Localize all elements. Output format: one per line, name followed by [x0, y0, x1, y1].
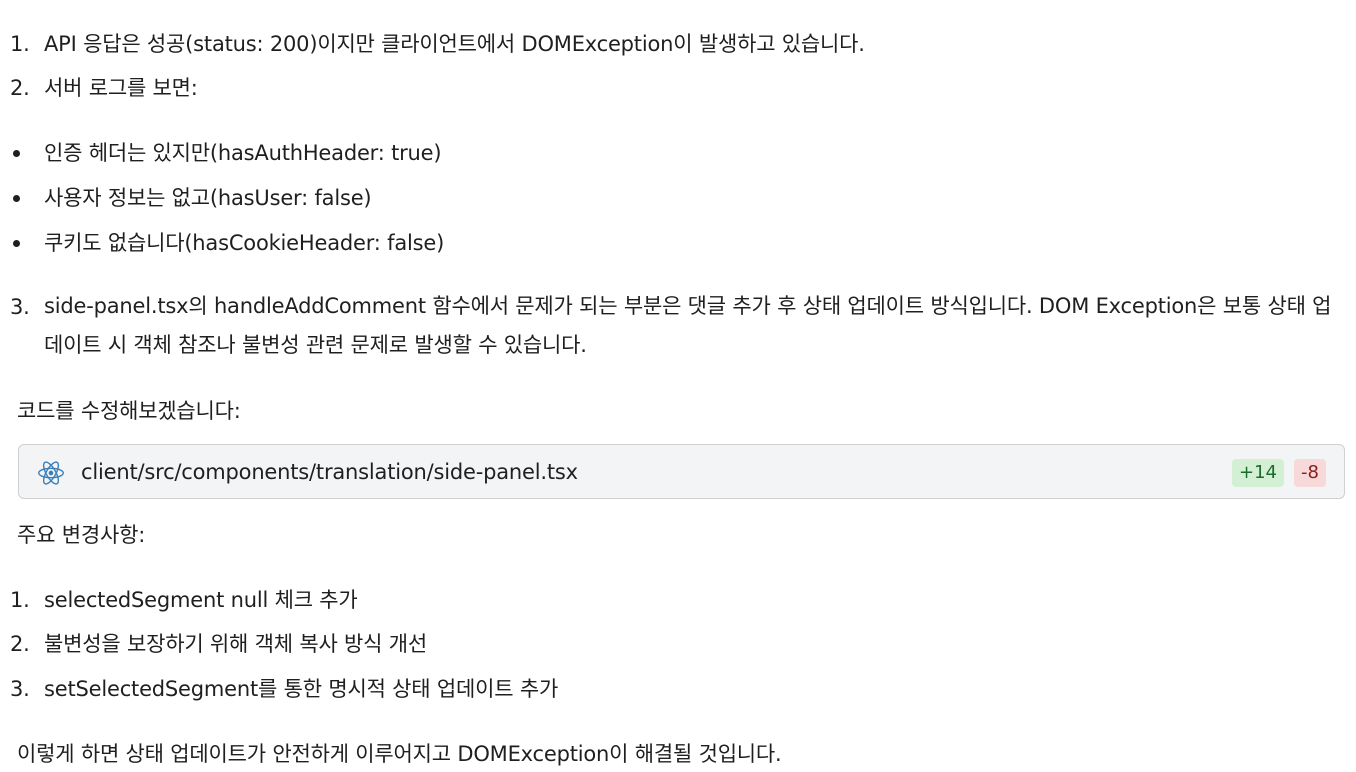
- conclusion-text: 이렇게 하면 상태 업데이트가 안전하게 이루어지고 DOMException이…: [17, 742, 782, 766]
- bullet-text: 사용자 정보는 없고(hasUser: false): [44, 186, 372, 210]
- list-number: 1.: [10, 588, 30, 612]
- file-change-card[interactable]: client/src/components/translation/side-p…: [18, 444, 1345, 499]
- changes-title: 주요 변경사항:: [17, 523, 146, 547]
- list-number: 1.: [10, 32, 30, 56]
- list-number: 2.: [10, 76, 30, 100]
- list-number: 3.: [10, 677, 30, 701]
- deletions-badge: -8: [1294, 459, 1326, 487]
- bullet-text: 쿠키도 없습니다(hasCookieHeader: false): [44, 231, 445, 255]
- bullet-dot: [13, 240, 20, 247]
- list-text: selectedSegment null 체크 추가: [44, 588, 358, 612]
- list-text: API 응답은 성공(status: 200)이지만 클라이언트에서 DOMEx…: [44, 32, 865, 56]
- additions-badge: +14: [1232, 459, 1284, 487]
- react-icon: [38, 461, 64, 485]
- list-number: 2.: [10, 632, 30, 656]
- list-text: setSelectedSegment를 통한 명시적 상태 업데이트 추가: [44, 677, 559, 701]
- list-text: 불변성을 보장하기 위해 객체 복사 방식 개선: [44, 632, 428, 656]
- code-intro-text: 코드를 수정해보겠습니다:: [17, 399, 241, 423]
- bullet-text: 인증 헤더는 있지만(hasAuthHeader: true): [44, 141, 442, 165]
- bullet-dot: [13, 150, 20, 157]
- list-text: 서버 로그를 보면:: [44, 76, 198, 100]
- file-path[interactable]: client/src/components/translation/side-p…: [81, 458, 578, 486]
- list-text: side-panel.tsx의 handleAddComment 함수에서 문제…: [44, 294, 1332, 357]
- bullet-dot: [13, 195, 20, 202]
- list-number: 3.: [10, 295, 30, 319]
